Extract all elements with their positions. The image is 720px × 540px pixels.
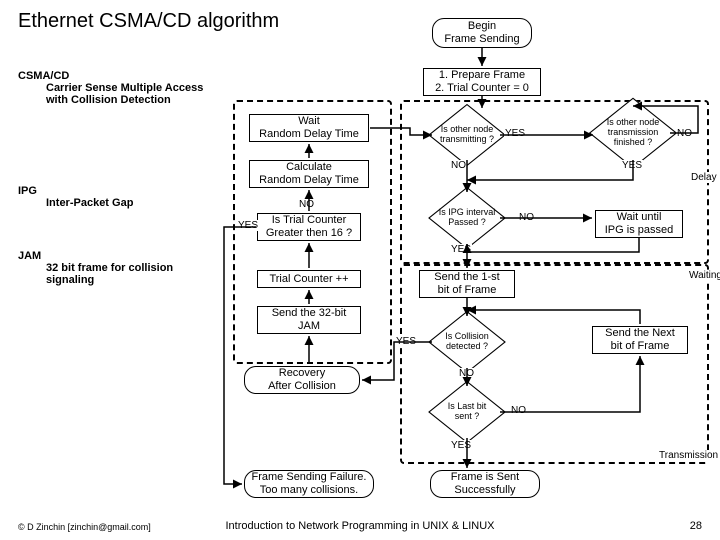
node-is-finished: Is other node transmission finished ?	[608, 108, 658, 158]
page-title: Ethernet CSMA/CD algorithm	[18, 10, 279, 33]
label-transmit-no: NO	[450, 160, 467, 171]
label-finished-no: NO	[676, 128, 693, 139]
def-jam-desc: 32 bit frame for collision signaling	[46, 262, 208, 286]
node-failure: Frame Sending Failure. Too many collisio…	[244, 470, 374, 498]
node-inc-trial: Trial Counter ++	[257, 270, 361, 288]
def-jam-term: JAM	[18, 250, 208, 262]
footer-title: Introduction to Network Programming in U…	[0, 520, 720, 532]
node-calc-delay: Calculate Random Delay Time	[249, 160, 369, 188]
node-send-jam: Send the 32-bit JAM	[257, 306, 361, 334]
def-csma-term: CSMA/CD	[18, 70, 208, 82]
label-collision-no: NO	[458, 368, 475, 379]
node-send-next: Send the Next bit of Frame	[592, 326, 688, 354]
def-csma: CSMA/CD Carrier Sense Multiple Access wi…	[18, 70, 208, 106]
node-trial-check: Is Trial Counter Greater then 16 ?	[257, 213, 361, 241]
node-ipg-passed: Is IPG interval Passed ?	[445, 196, 489, 240]
def-jam: JAM 32 bit frame for collision signaling	[18, 250, 208, 286]
label-delay: Delay	[690, 172, 718, 183]
def-csma-desc: Carrier Sense Multiple Access with Colli…	[46, 82, 208, 106]
label-ipg-yes: YES	[450, 244, 472, 255]
node-wait-delay: Wait Random Delay Time	[249, 114, 369, 142]
node-send-first: Send the 1-st bit of Frame	[419, 270, 515, 298]
label-trial-no: NO	[298, 199, 315, 210]
label-lastbit-no: NO	[510, 405, 527, 416]
node-prepare: 1. Prepare Frame 2. Trial Counter = 0	[423, 68, 541, 96]
label-transmit-yes: YES	[504, 128, 526, 139]
def-ipg-desc: Inter-Packet Gap	[46, 197, 208, 209]
label-waiting: Waiting	[688, 270, 720, 281]
node-success: Frame is Sent Successfully	[430, 470, 540, 498]
def-ipg-term: IPG	[18, 185, 208, 197]
node-wait-ipg: Wait until IPG is passed	[595, 210, 683, 238]
footer-pagenum: 28	[690, 520, 702, 532]
node-is-transmit: Is other node transmitting ?	[445, 113, 489, 157]
node-recovery: Recovery After Collision	[244, 366, 360, 394]
label-lastbit-yes: YES	[450, 440, 472, 451]
label-collision-yes: YES	[395, 336, 417, 347]
label-finished-yes: YES	[621, 160, 643, 171]
label-trial-yes: YES	[237, 220, 259, 231]
label-ipg-no: NO	[518, 212, 535, 223]
def-ipg: IPG Inter-Packet Gap	[18, 185, 208, 209]
node-last-bit: Is Last bit sent ?	[445, 390, 489, 434]
label-transmission: Transmission	[658, 450, 719, 461]
node-begin: Begin Frame Sending	[432, 18, 532, 48]
node-collision: Is Collision detected ?	[445, 320, 489, 364]
